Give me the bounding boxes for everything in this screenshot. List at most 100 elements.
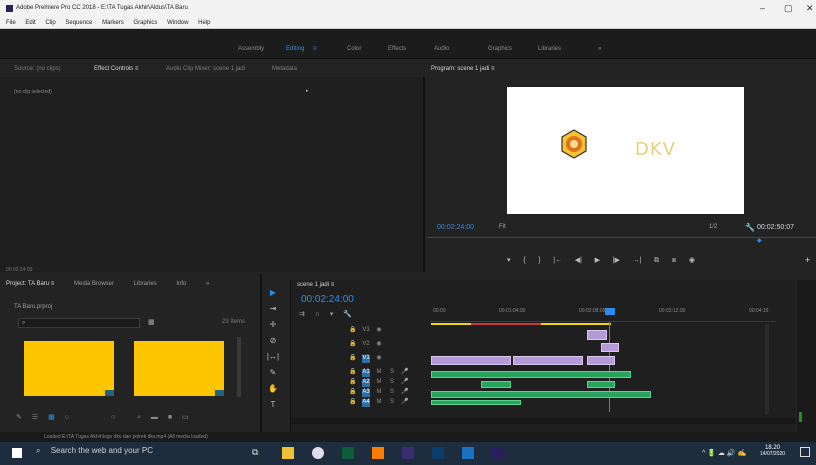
playback-resolution-dropdown[interactable]: 1/2 [709,224,717,230]
workspace-assembly[interactable]: Assembly [238,46,264,52]
audio-clip[interactable] [431,391,651,398]
video-clip[interactable] [431,356,511,365]
mute-icon[interactable]: M [375,379,383,387]
workspace-color[interactable]: Color [347,46,361,52]
toggle-sync-lock-icon[interactable]: 🔒 [349,354,357,362]
tab-audio-clip-mixer[interactable]: Audio Clip Mixer: scene 1 jadi [166,66,245,72]
timeline-vertical-scrollbar[interactable] [765,324,769,414]
photoshop-icon[interactable] [432,447,444,459]
new-item-icon[interactable]: ■ [168,414,172,421]
voice-over-icon[interactable]: 🎤 [401,398,409,406]
menu-graphics[interactable]: Graphics [133,20,157,26]
voice-over-icon[interactable]: 🎤 [401,368,409,376]
toggle-sync-lock-icon[interactable]: 🔒 [349,326,357,334]
audio-clip[interactable] [431,371,631,378]
zoom-slider-icon[interactable]: ○ [65,414,69,421]
task-view-icon[interactable]: ⧉ [252,447,264,459]
tab-overflow[interactable]: » [206,281,209,287]
sequence-tab[interactable]: scene 1 jadi ≡ [297,282,334,288]
after-effects-icon[interactable] [402,447,414,459]
windows-start-icon[interactable] [12,448,22,458]
media-thumbnail[interactable] [24,341,114,396]
button-editor-plus-button[interactable]: + [805,255,810,265]
add-marker-icon[interactable]: ▾ [330,311,334,318]
video-clip[interactable] [587,356,615,365]
maximize-button[interactable]: ▢ [784,3,793,14]
voice-over-icon[interactable]: 🎤 [401,378,409,386]
menu-help[interactable]: Help [198,20,210,26]
razor-tool-icon[interactable]: ⊘ [262,336,284,352]
illustrator-icon[interactable] [372,447,384,459]
icon-view-icon[interactable]: ▦ [48,414,55,421]
extract-button[interactable]: ⧈ [672,257,676,265]
minimize-button[interactable]: – [760,3,765,13]
trash-icon[interactable]: ▭ [182,414,189,421]
video-clip[interactable] [587,330,607,340]
timeline-horizontal-scrollbar[interactable] [291,418,796,424]
audition-icon[interactable] [342,447,354,459]
video-clip[interactable] [513,356,583,365]
toggle-output-icon[interactable]: ◉ [375,326,383,334]
workspace-editing[interactable]: Editing [286,46,304,52]
file-explorer-icon[interactable] [282,447,294,459]
premiere-taskbar-icon[interactable] [492,447,504,459]
go-to-in-button[interactable]: |← [553,257,562,264]
snap-icon[interactable]: ⇉ [299,311,305,318]
mute-icon[interactable]: M [375,369,383,377]
video-clip[interactable] [601,343,619,352]
menu-markers[interactable]: Markers [102,20,124,26]
system-tray[interactable]: ^ 🔋 ☁ 🔊 ✍ [702,449,746,457]
solo-icon[interactable]: S [388,399,396,407]
linked-selection-icon[interactable]: ∩ [315,311,320,318]
program-monitor-title[interactable]: Program: scene 1 jadi ≡ [431,66,495,72]
workspace-audio[interactable]: Audio [434,46,449,52]
timeline-playhead[interactable] [605,308,615,315]
solo-icon[interactable]: S [388,379,396,387]
tab-metadata[interactable]: Metadata [272,66,297,72]
timeline-settings-icon[interactable]: 🔧 [343,311,352,318]
tab-libraries[interactable]: Libraries [134,281,157,287]
list-view-icon[interactable]: ☰ [32,414,38,421]
pen-tool-icon[interactable]: ✎ [262,368,284,384]
toggle-output-icon[interactable]: ◉ [375,340,383,348]
project-search-input[interactable]: ⌕ [18,318,140,328]
find-icon[interactable]: ⌕ [137,414,141,421]
workspace-overflow[interactable]: » [598,46,601,52]
lift-button[interactable]: ⧉ [654,257,659,265]
menu-file[interactable]: File [6,20,16,26]
track-header-v2[interactable]: 🔒 V2 ◉ [349,340,487,350]
solo-icon[interactable]: S [388,369,396,377]
word-icon[interactable] [462,447,474,459]
program-timecode[interactable]: 00:02:24:00 [437,224,474,231]
audio-clip[interactable] [481,381,511,388]
new-bin-icon[interactable]: ▦ [148,318,155,326]
toggle-sync-lock-icon[interactable]: 🔒 [349,368,357,376]
menu-window[interactable]: Window [167,20,188,26]
toggle-sync-lock-icon[interactable]: 🔒 [349,398,357,406]
mark-out-button[interactable]: } [538,257,540,264]
go-to-out-button[interactable]: →| [633,257,642,264]
step-back-button[interactable]: ◀| [575,256,582,264]
toggle-sync-lock-icon[interactable]: 🔒 [349,388,357,396]
track-select-tool-icon[interactable]: ⇥ [262,304,284,320]
step-forward-button[interactable]: |▶ [613,256,620,264]
settings-wrench-icon[interactable]: 🔧 [745,223,755,232]
hand-tool-icon[interactable]: ✋ [262,384,284,400]
effect-controls-timecode[interactable]: 00:02:24:00 [6,267,32,273]
lock-icon[interactable]: ✎ [16,414,22,421]
taskbar-search[interactable]: ⌕ Search the web and your PC [36,446,236,461]
audio-clip[interactable] [587,381,615,388]
toggle-sync-lock-icon[interactable]: 🔒 [349,378,357,386]
media-thumbnail[interactable] [134,341,224,396]
export-frame-button[interactable]: ◉ [689,256,695,264]
selection-tool-icon[interactable]: ▶ [262,288,284,304]
menu-edit[interactable]: Edit [25,20,35,26]
workspace-graphics[interactable]: Graphics [488,46,512,52]
mute-icon[interactable]: M [375,389,383,397]
mute-icon[interactable]: M [375,399,383,407]
voice-over-icon[interactable]: 🎤 [401,388,409,396]
track-header-a2[interactable]: 🔒 A2 M S 🎤 [349,378,487,388]
sort-icon[interactable]: ○ [111,414,115,421]
notification-icon[interactable] [800,447,810,457]
add-marker-button[interactable]: ▾ [507,256,511,264]
